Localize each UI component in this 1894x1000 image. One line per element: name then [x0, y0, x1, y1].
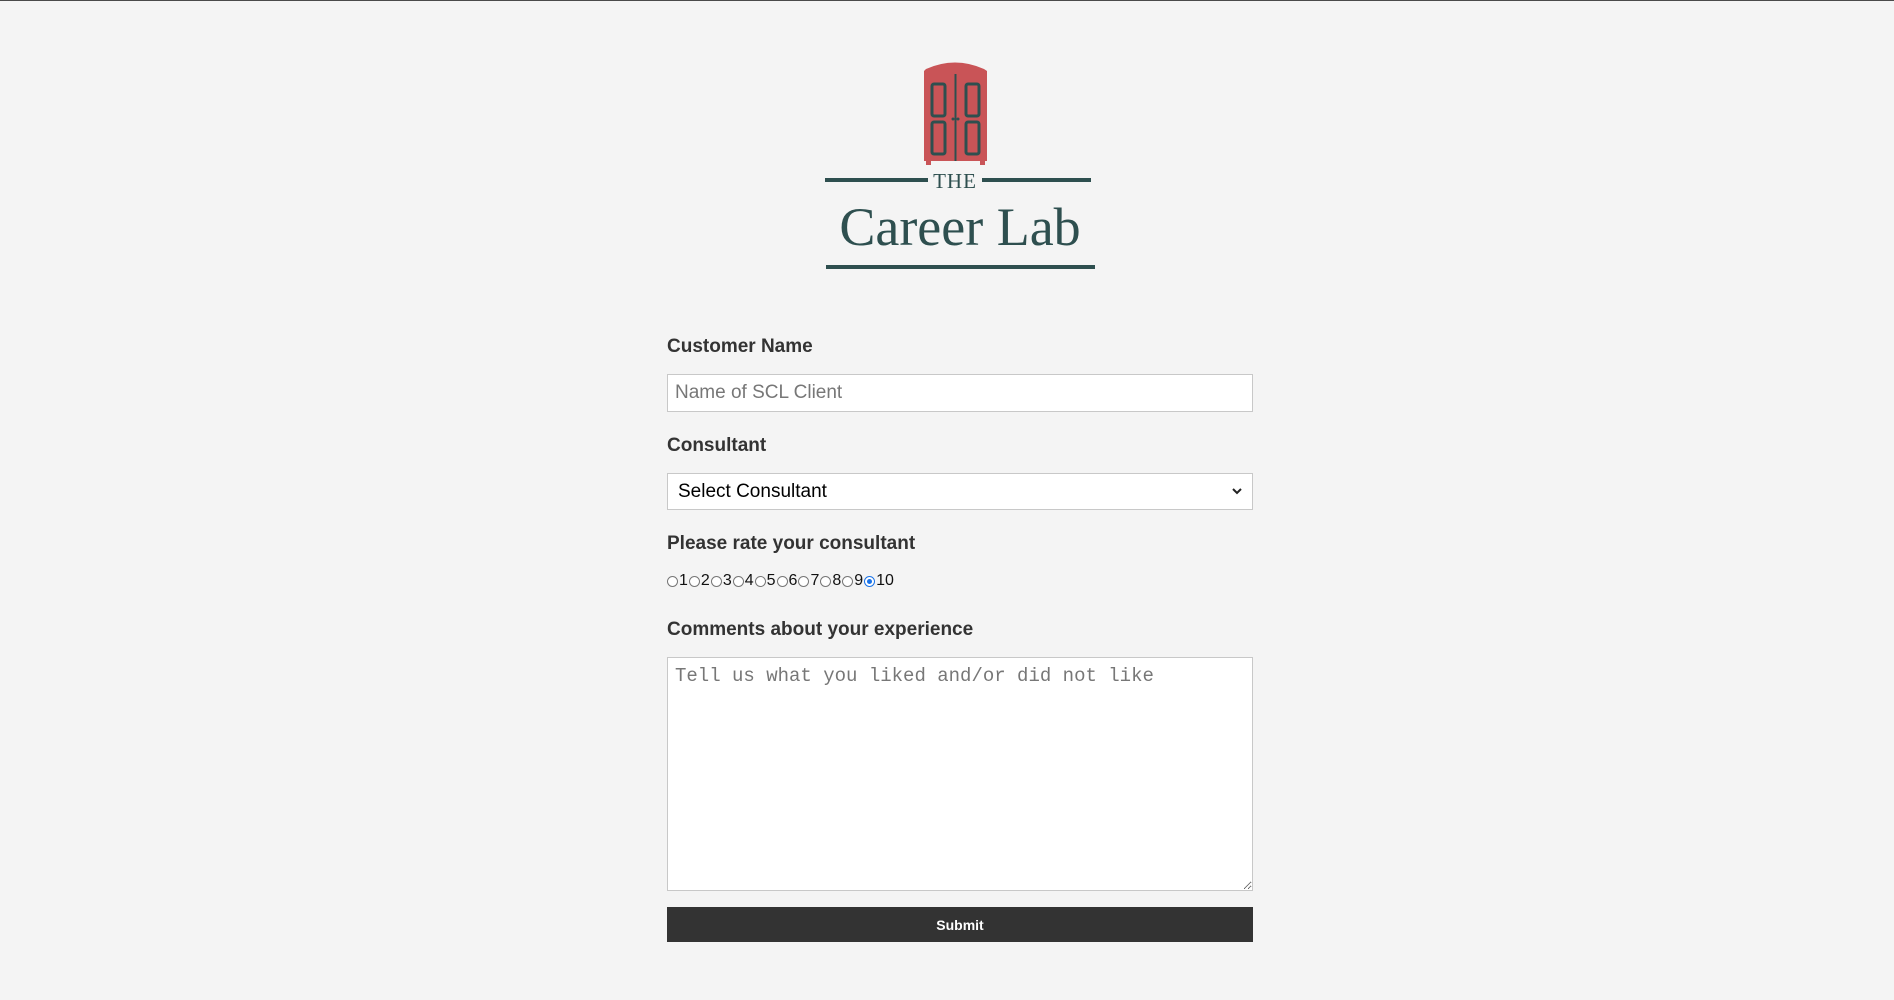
consultant-select-value[interactable]: Select Consultant: [667, 473, 1253, 510]
rating-option-label: 3: [722, 572, 732, 589]
rating-option[interactable]: 1: [667, 572, 688, 590]
rating-option[interactable]: 7: [798, 572, 819, 590]
customer-name-input[interactable]: [667, 374, 1253, 412]
rating-label: Please rate your consultant: [667, 533, 916, 554]
rating-option-label: 4: [744, 572, 754, 589]
rating-radio[interactable]: [688, 575, 700, 587]
rating-option[interactable]: 10: [864, 572, 894, 590]
rating-radio[interactable]: [842, 575, 854, 587]
career-lab-logo: THE Career Lab: [824, 62, 1096, 274]
rating-radio[interactable]: [864, 575, 876, 587]
rating-option-label: 6: [788, 572, 798, 589]
rating-option-label: 9: [854, 572, 864, 589]
rating-option-label: 8: [832, 572, 842, 589]
feedback-form: Customer Name Consultant Select Consulta…: [667, 334, 1253, 942]
rating-option-label: 5: [766, 572, 776, 589]
comments-textarea[interactable]: [667, 657, 1253, 891]
rating-option-label: 7: [810, 572, 820, 589]
rating-option-label: 2: [700, 572, 710, 589]
rating-option[interactable]: 6: [776, 572, 798, 590]
rating-radio[interactable]: [820, 575, 832, 587]
submit-button[interactable]: Submit: [667, 907, 1253, 942]
svg-text:THE: THE: [933, 169, 977, 193]
rating-option[interactable]: 9: [842, 572, 863, 590]
chevron-down-icon: [1232, 488, 1242, 495]
rating-option-label: 1: [679, 572, 688, 589]
wardrobe-door-icon: THE Career Lab: [825, 62, 1095, 269]
consultant-label: Consultant: [667, 435, 767, 456]
rating-radio[interactable]: [776, 575, 788, 587]
rating-option[interactable]: 8: [820, 572, 841, 590]
rating-option[interactable]: 5: [754, 572, 776, 590]
rating-option[interactable]: 4: [732, 572, 754, 590]
rating-radio[interactable]: [754, 575, 766, 587]
svg-text:Career Lab: Career Lab: [839, 197, 1080, 257]
rating-option[interactable]: 3: [710, 572, 732, 590]
rating-radio[interactable]: [667, 575, 678, 587]
rating-radio[interactable]: [710, 575, 722, 587]
consultant-select[interactable]: Select Consultant: [667, 473, 1253, 510]
customer-name-label: Customer Name: [667, 336, 813, 357]
top-border: [0, 0, 1894, 1]
rating-option[interactable]: 2: [688, 572, 710, 590]
rating-radio[interactable]: [798, 575, 810, 587]
rating-radio-group: 1 2 3 4 5 6 7 8 9 10: [667, 571, 1253, 591]
rating-option-label: 10: [876, 572, 894, 589]
comments-label: Comments about your experience: [667, 619, 974, 640]
rating-radio[interactable]: [732, 575, 744, 587]
